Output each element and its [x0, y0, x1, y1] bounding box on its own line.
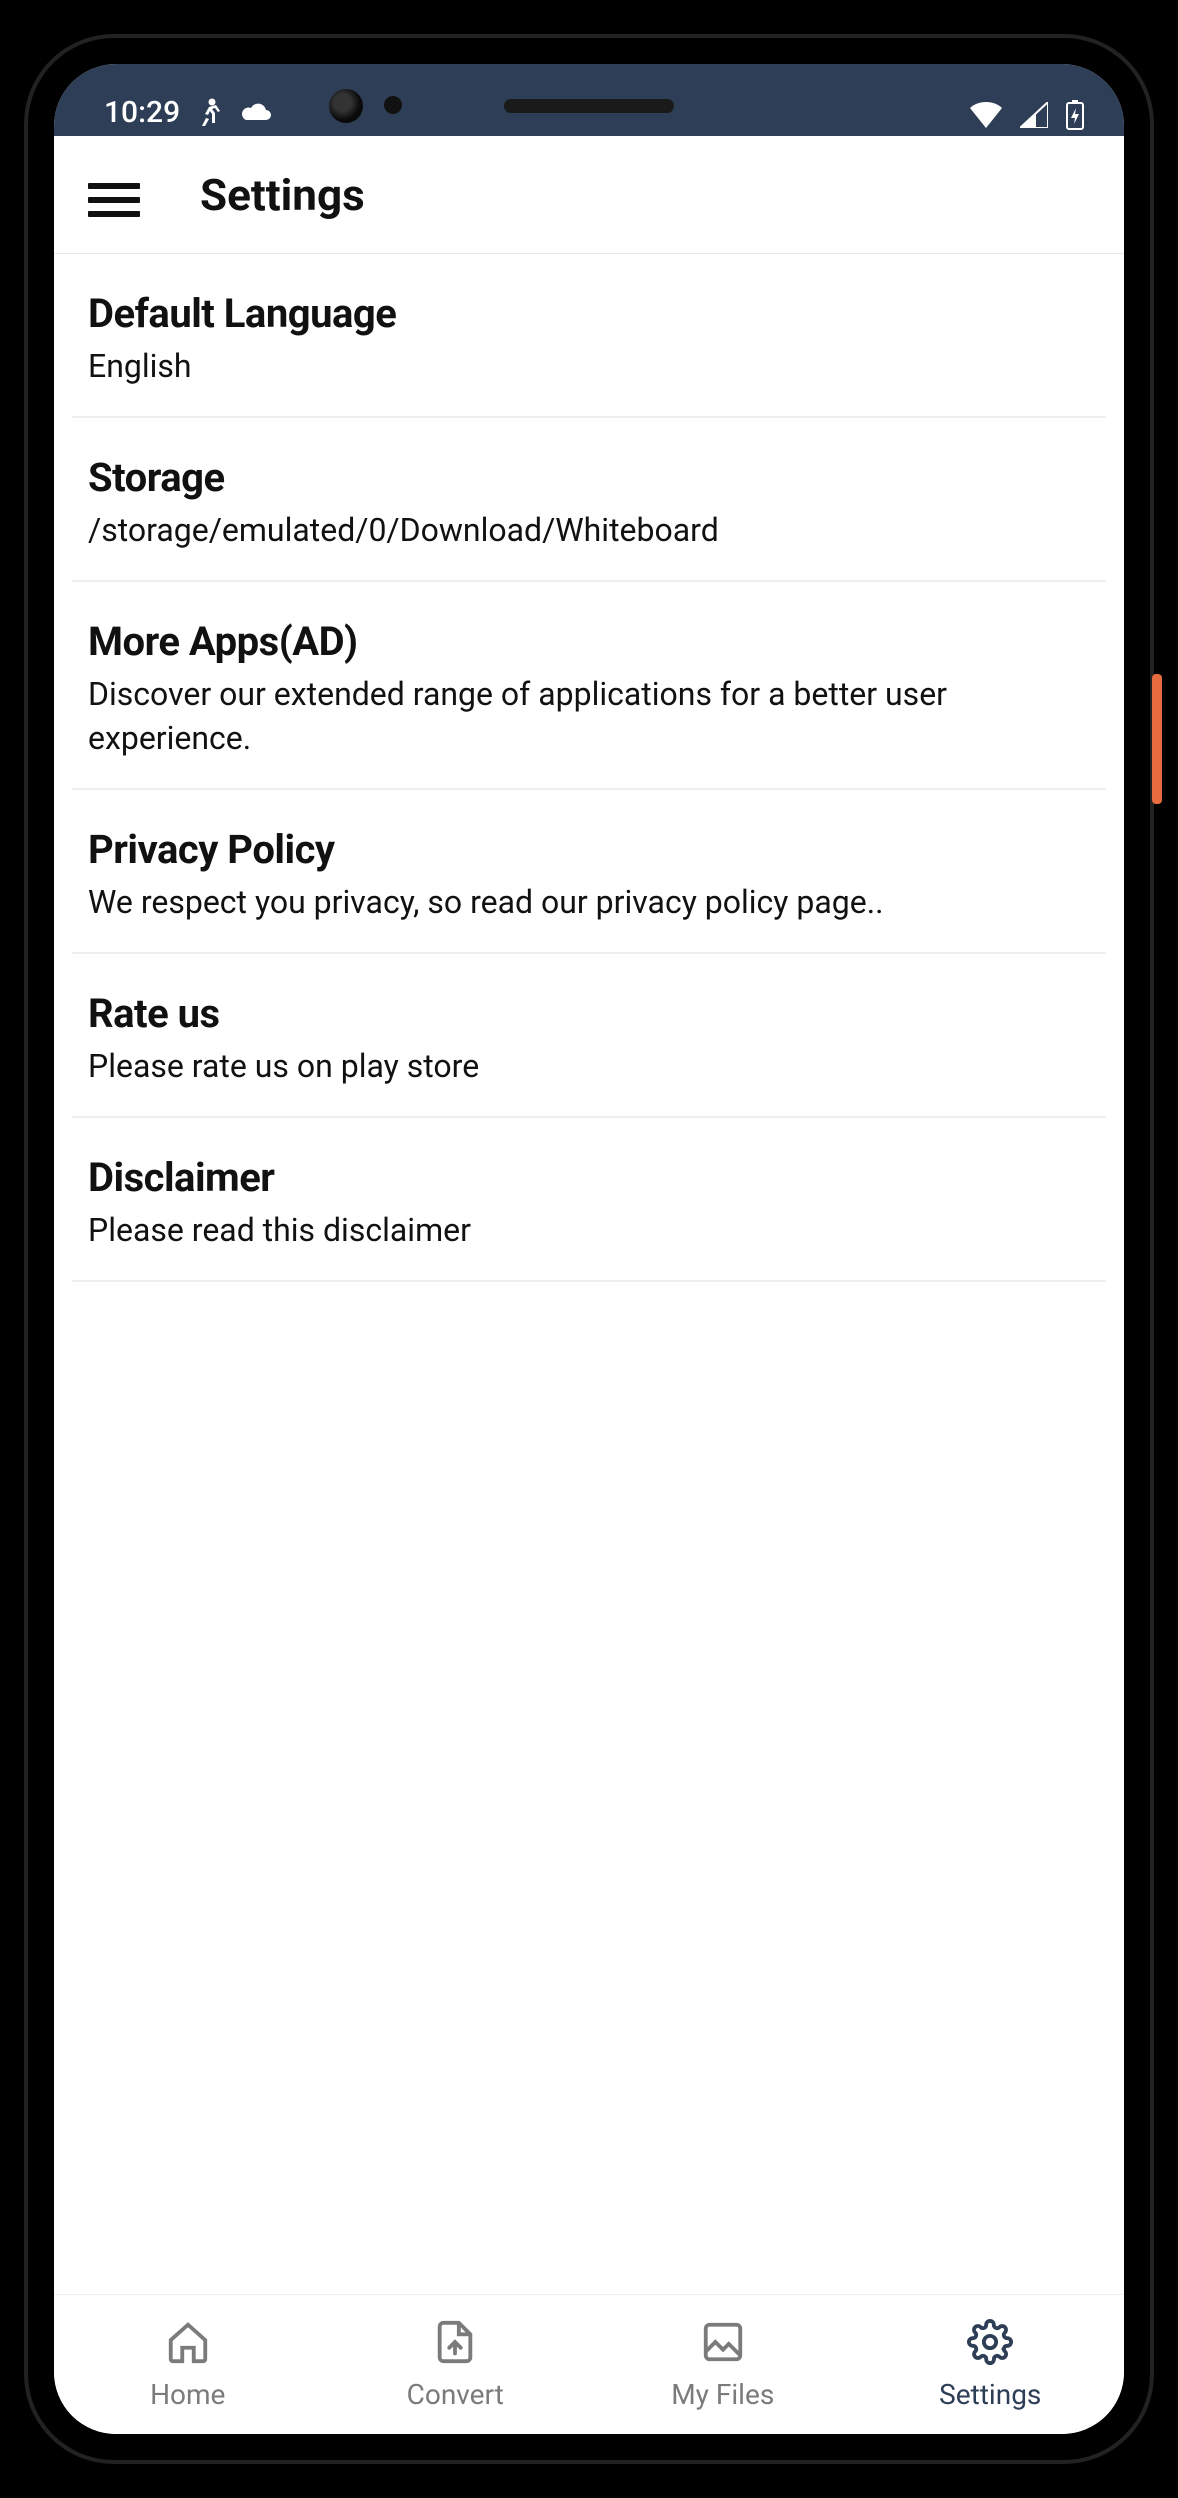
- setting-subtitle: Discover our extended range of applicati…: [88, 673, 1090, 759]
- setting-rate-us[interactable]: Rate us Please rate us on play store: [72, 954, 1106, 1118]
- bottom-nav: Home Convert: [54, 2294, 1124, 2434]
- walking-icon: [198, 98, 222, 128]
- phone-sensor: [384, 96, 402, 114]
- battery-icon: [1066, 100, 1084, 130]
- status-time: 10:29: [104, 95, 180, 130]
- menu-icon[interactable]: [88, 175, 140, 215]
- signal-icon: [1020, 102, 1048, 128]
- tab-convert[interactable]: Convert: [322, 2295, 590, 2434]
- setting-subtitle: Please rate us on play store: [88, 1045, 1090, 1088]
- setting-subtitle: Please read this disclaimer: [88, 1209, 1090, 1252]
- setting-subtitle: /storage/emulated/0/Download/Whiteboard: [88, 509, 1090, 552]
- setting-title: Default Language: [88, 290, 1090, 337]
- setting-title: Disclaimer: [88, 1154, 1090, 1201]
- tab-label: Convert: [407, 2378, 504, 2411]
- tab-label: Settings: [939, 2378, 1041, 2411]
- cloud-icon: [240, 102, 274, 124]
- setting-title: Rate us: [88, 990, 1090, 1037]
- image-icon: [700, 2319, 746, 2372]
- phone-camera: [329, 89, 363, 123]
- setting-default-language[interactable]: Default Language English: [72, 254, 1106, 418]
- phone-frame: 10:29: [24, 34, 1154, 2464]
- setting-more-apps[interactable]: More Apps(AD) Discover our extended rang…: [72, 582, 1106, 789]
- phone-speaker: [504, 99, 674, 113]
- page-title: Settings: [200, 169, 365, 221]
- file-upload-icon: [432, 2319, 478, 2372]
- tab-label: My Files: [671, 2378, 774, 2411]
- gear-icon: [967, 2319, 1013, 2372]
- tab-home[interactable]: Home: [54, 2295, 322, 2434]
- gesture-pill[interactable]: [459, 2416, 719, 2426]
- setting-title: More Apps(AD): [88, 618, 1090, 665]
- tab-label: Home: [150, 2378, 225, 2411]
- settings-list: Default Language English Storage /storag…: [54, 254, 1124, 2294]
- wifi-icon: [970, 102, 1002, 128]
- setting-subtitle: English: [88, 345, 1090, 388]
- home-icon: [165, 2319, 211, 2372]
- setting-subtitle: We respect you privacy, so read our priv…: [88, 881, 1090, 924]
- screen: 10:29: [54, 64, 1124, 2434]
- app-bar: Settings: [54, 136, 1124, 254]
- tab-my-files[interactable]: My Files: [589, 2295, 857, 2434]
- setting-storage[interactable]: Storage /storage/emulated/0/Download/Whi…: [72, 418, 1106, 582]
- tab-settings[interactable]: Settings: [857, 2295, 1125, 2434]
- setting-privacy-policy[interactable]: Privacy Policy We respect you privacy, s…: [72, 790, 1106, 954]
- setting-title: Privacy Policy: [88, 826, 1090, 873]
- setting-title: Storage: [88, 454, 1090, 501]
- setting-disclaimer[interactable]: Disclaimer Please read this disclaimer: [72, 1118, 1106, 1282]
